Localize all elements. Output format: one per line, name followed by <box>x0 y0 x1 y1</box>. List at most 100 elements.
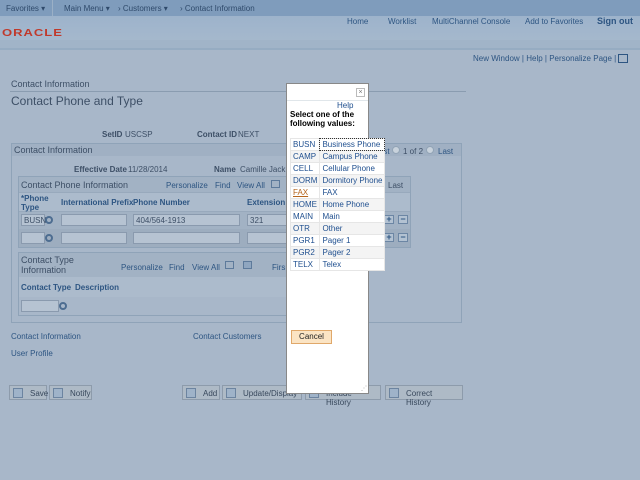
lookup-code-link[interactable]: MAIN <box>291 211 320 222</box>
find-link[interactable]: Find <box>169 263 185 272</box>
column-header-intl-prefix[interactable]: International Prefix <box>61 198 133 207</box>
lookup-row[interactable]: HOME Home Phone <box>291 199 385 210</box>
lookup-values-table: BUSN Business Phone CAMP Campus Phone CELL Ce… <box>290 138 386 271</box>
phone-type-input[interactable]: BUSN <box>21 214 46 226</box>
contact-information-link[interactable]: Contact Information <box>11 332 81 341</box>
next-icon[interactable] <box>426 146 434 154</box>
favorites-menu[interactable]: Favorites ▾ <box>6 4 45 13</box>
view-all-link[interactable]: View All <box>237 181 265 190</box>
lookup-code-link[interactable]: BUSN <box>291 139 320 150</box>
lookup-description-link[interactable]: Business Phone <box>319 138 386 151</box>
extension-input[interactable] <box>247 232 287 244</box>
lookup-code-link[interactable]: OTR <box>291 223 320 234</box>
home-link[interactable]: Home <box>347 17 368 26</box>
personalize-link[interactable]: Personalize <box>121 263 163 272</box>
lookup-row[interactable]: PGR1 Pager 1 <box>291 235 385 246</box>
multichannel-console-link[interactable]: MultiChannel Console <box>432 17 510 26</box>
download-icon[interactable] <box>243 261 252 269</box>
phone-number-input[interactable] <box>133 232 240 244</box>
personalize-link[interactable]: Personalize <box>166 181 208 190</box>
worklist-link[interactable]: Worklist <box>388 17 416 26</box>
save-button[interactable]: Save <box>9 385 48 400</box>
lookup-description-link[interactable]: Home Phone <box>320 199 385 210</box>
phone-type-input[interactable] <box>21 232 45 244</box>
column-header-phone-number[interactable]: Phone Number <box>133 198 190 207</box>
lookup-row[interactable]: MAIN Main <box>291 211 385 222</box>
contact-customers-link[interactable]: Contact Customers <box>193 332 261 341</box>
lookup-row[interactable]: DORM Dormitory Phone <box>291 175 385 186</box>
resize-handle-icon[interactable]: ⋰ <box>361 385 367 392</box>
phone-number-input[interactable]: 404/564-1913 <box>133 214 240 226</box>
lookup-code-link[interactable]: CAMP <box>291 151 320 162</box>
lookup-description-link[interactable]: Pager 2 <box>320 247 385 258</box>
lookup-code-link[interactable]: FAX <box>291 187 320 198</box>
page-breadcrumb-title: Contact Information <box>11 79 90 89</box>
divider <box>52 0 53 16</box>
first-link[interactable]: Firs <box>272 263 285 272</box>
notify-button[interactable]: Notify <box>49 385 92 400</box>
lookup-description-link[interactable]: Dormitory Phone <box>320 175 385 186</box>
find-link[interactable]: Find <box>215 181 231 190</box>
lookup-description-link[interactable]: Campus Phone <box>320 151 385 162</box>
zoom-grid-icon[interactable] <box>225 261 234 269</box>
lookup-code-link[interactable]: DORM <box>291 175 320 186</box>
lookup-row[interactable]: TELX Telex <box>291 259 385 270</box>
setid-value: USCSP <box>125 130 153 139</box>
main-menu[interactable]: Main Menu ▾ <box>64 4 110 13</box>
cancel-button[interactable]: Cancel <box>291 330 332 344</box>
view-all-link[interactable]: View All <box>192 263 220 272</box>
lookup-description-link[interactable]: Cellular Phone <box>320 163 385 174</box>
lookup-icon[interactable] <box>59 302 67 310</box>
close-icon[interactable]: × <box>356 88 365 97</box>
lookup-row[interactable]: FAX FAX <box>291 187 385 198</box>
lookup-row[interactable]: PGR2 Pager 2 <box>291 247 385 258</box>
lookup-code-link[interactable]: HOME <box>291 199 320 210</box>
column-header-phone-type[interactable]: *Phone Type <box>21 194 55 212</box>
contact-type-grid: Contact Type Information Personalize Fin… <box>18 252 298 316</box>
page-layout-icon[interactable] <box>618 54 629 64</box>
add-to-favorites-link[interactable]: Add to Favorites <box>525 17 583 26</box>
lookup-code-link[interactable]: PGR2 <box>291 247 320 258</box>
personalize-page-link[interactable]: Personalize Page <box>549 54 612 63</box>
intl-prefix-input[interactable] <box>61 232 127 244</box>
lookup-code-link[interactable]: CELL <box>291 163 320 174</box>
lookup-icon[interactable] <box>45 234 53 242</box>
delete-row-icon[interactable]: − <box>398 233 408 242</box>
column-header-extension[interactable]: Extension <box>247 198 285 207</box>
lookup-code-link[interactable]: PGR1 <box>291 235 320 246</box>
lookup-description-link[interactable]: Other <box>320 223 385 234</box>
add-button[interactable]: Add <box>182 385 220 400</box>
lookup-description-link[interactable]: Telex <box>320 259 385 270</box>
breadcrumb-contact-information[interactable]: › Contact Information <box>180 4 255 13</box>
correct-history-button[interactable]: Correct History <box>385 385 463 407</box>
lookup-description-link[interactable]: FAX <box>320 187 385 198</box>
extension-input[interactable]: 321 <box>247 214 287 226</box>
add-row-icon[interactable]: + <box>384 215 394 224</box>
grid-title: Contact Type Information <box>21 255 74 275</box>
lookup-code-link[interactable]: TELX <box>291 259 320 270</box>
effective-date-value: 11/28/2014 <box>128 165 168 174</box>
column-header-contact-type[interactable]: Contact Type <box>21 283 71 292</box>
lookup-icon[interactable] <box>45 216 53 224</box>
sign-out-link[interactable]: Sign out <box>597 16 633 26</box>
breadcrumb-customers[interactable]: › Customers ▾ <box>118 4 168 13</box>
add-row-icon[interactable]: + <box>384 233 394 242</box>
lookup-row[interactable]: OTR Other <box>291 223 385 234</box>
column-header-description[interactable]: Description <box>75 283 119 292</box>
last-link[interactable]: Last <box>438 147 453 156</box>
lookup-description-link[interactable]: Pager 1 <box>320 235 385 246</box>
previous-icon[interactable] <box>392 146 400 154</box>
lookup-row[interactable]: BUSN Business Phone <box>291 138 386 151</box>
lookup-row[interactable]: CELL Cellular Phone <box>291 163 385 174</box>
contact-type-input[interactable] <box>21 300 59 312</box>
lookup-description-link[interactable]: Main <box>320 211 385 222</box>
help-link[interactable]: Help <box>337 101 353 110</box>
new-window-link[interactable]: New Window <box>473 54 520 63</box>
delete-row-icon[interactable]: − <box>398 215 408 224</box>
lookup-row[interactable]: CAMP Campus Phone <box>291 151 385 162</box>
help-link[interactable]: Help <box>526 54 542 63</box>
last-link[interactable]: Last <box>388 181 403 190</box>
user-profile-link[interactable]: User Profile <box>11 349 53 358</box>
zoom-grid-icon[interactable] <box>271 180 280 188</box>
intl-prefix-input[interactable] <box>61 214 127 226</box>
